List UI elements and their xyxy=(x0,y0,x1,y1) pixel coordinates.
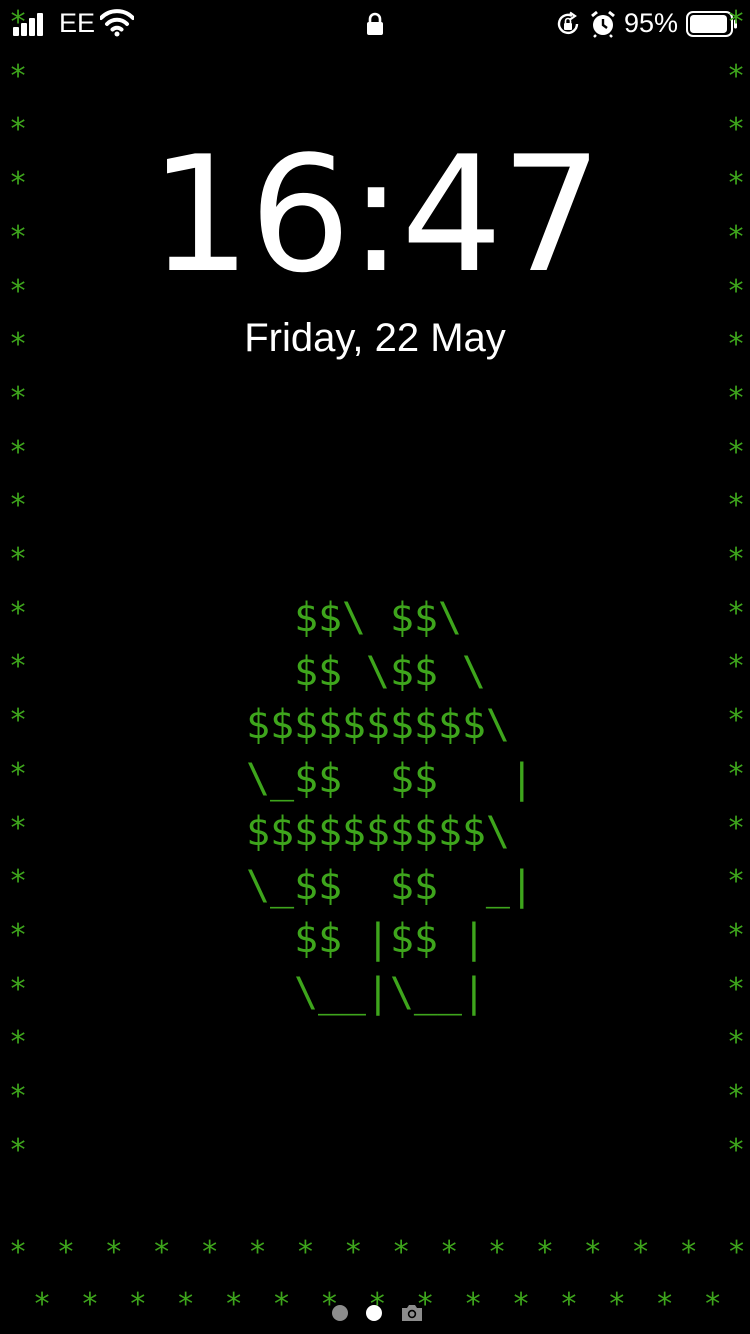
border-asterisk: * xyxy=(8,1132,28,1168)
border-asterisk: * xyxy=(8,756,28,792)
border-asterisk: * xyxy=(248,1235,267,1270)
border-asterisk: * xyxy=(726,273,746,309)
border-asterisk: * xyxy=(535,1235,554,1270)
ascii-art-line: $$ |$$ | xyxy=(246,916,486,962)
border-asterisk: * xyxy=(726,5,746,40)
border-asterisk: * xyxy=(726,971,746,1007)
border-asterisk: * xyxy=(726,166,746,202)
border-asterisk: * xyxy=(726,112,746,148)
border-asterisk: * xyxy=(8,1025,28,1061)
border-asterisk: * xyxy=(726,380,746,416)
border-asterisk: * xyxy=(152,1235,171,1270)
border-asterisk: * xyxy=(200,1235,219,1270)
lock-icon xyxy=(367,12,383,35)
border-asterisk: * xyxy=(8,273,28,309)
ascii-art-line: $$ \$$ \ xyxy=(246,648,486,695)
border-asterisk: * xyxy=(726,488,746,524)
wifi-icon xyxy=(100,9,134,37)
border-asterisk: * xyxy=(8,649,28,685)
border-asterisk: * xyxy=(726,1132,746,1168)
border-asterisk: * xyxy=(726,649,746,685)
border-asterisk: * xyxy=(726,434,746,470)
border-asterisk: * xyxy=(440,1235,459,1270)
border-asterisk: * xyxy=(726,1079,746,1114)
border-asterisk: * xyxy=(8,166,28,202)
border-asterisk: * xyxy=(726,756,746,792)
border-asterisk: * xyxy=(8,327,28,363)
border-asterisk: * xyxy=(224,1287,243,1322)
ascii-art-line: $$$$$$$$$$\ xyxy=(246,702,510,748)
border-asterisk: * xyxy=(32,1287,52,1322)
border-asterisk: * xyxy=(56,1235,75,1270)
border-asterisk: * xyxy=(487,1235,507,1270)
border-asterisk: * xyxy=(726,595,746,631)
border-asterisk: * xyxy=(8,434,28,470)
camera-icon[interactable] xyxy=(400,1303,424,1323)
border-asterisk: * xyxy=(8,219,28,255)
ascii-art-line: \_$$ $$ _| xyxy=(246,862,534,909)
lock-screen-date: Friday, 22 May xyxy=(244,316,506,360)
border-asterisk: * xyxy=(726,703,746,739)
border-asterisk: * xyxy=(8,58,28,94)
border-asterisk: * xyxy=(80,1287,99,1322)
border-asterisk: * xyxy=(511,1287,531,1322)
ascii-art-line: \__|\__| xyxy=(246,969,486,1016)
border-asterisk: * xyxy=(726,219,746,255)
ascii-art-dollar-logo: $$\ $$\ $$ \$$ \ $$$$$$$$$$\ \_$$ $$ | $$$$… xyxy=(246,592,534,1020)
lock-screen-time: 16:47 xyxy=(149,121,602,308)
border-asterisk: * xyxy=(8,595,28,631)
border-asterisk: * xyxy=(104,1235,123,1270)
ascii-art-line: $$\ $$\ xyxy=(246,595,462,641)
border-asterisk: * xyxy=(8,810,28,846)
page-dot[interactable] xyxy=(332,1305,348,1321)
border-asterisk: * xyxy=(727,1235,746,1270)
border-asterisk: * xyxy=(8,488,28,524)
battery-percent: 95% xyxy=(624,8,679,38)
border-asterisk: * xyxy=(8,917,28,953)
page-indicator[interactable] xyxy=(332,1303,427,1325)
border-asterisk: * xyxy=(726,1025,746,1061)
border-asterisk: * xyxy=(607,1287,626,1322)
border-asterisk: * xyxy=(128,1287,147,1322)
border-asterisk: * xyxy=(655,1287,674,1322)
border-asterisk: * xyxy=(176,1287,195,1322)
border-asterisk: * xyxy=(344,1235,363,1270)
border-asterisk: * xyxy=(8,864,28,900)
border-asterisk: * xyxy=(8,1235,28,1270)
border-asterisk: * xyxy=(703,1287,722,1322)
border-asterisk: * xyxy=(726,542,746,577)
border-asterisk: * xyxy=(8,542,28,577)
border-asterisk: * xyxy=(8,112,28,148)
border-asterisk: * xyxy=(679,1235,698,1270)
border-asterisk: * xyxy=(583,1235,602,1270)
border-asterisk: * xyxy=(464,1287,483,1322)
border-asterisk: * xyxy=(8,971,28,1007)
ascii-art-line: \_$$ $$ | xyxy=(246,755,534,802)
alarm-icon xyxy=(591,10,615,38)
status-bar: EE 95% xyxy=(0,0,750,48)
border-asterisk: * xyxy=(726,58,746,94)
border-asterisk: * xyxy=(296,1235,315,1270)
border-asterisk: * xyxy=(8,380,28,416)
carrier-name: EE xyxy=(59,8,96,38)
border-asterisk: * xyxy=(392,1235,411,1270)
border-asterisk: * xyxy=(8,5,28,40)
border-asterisk: * xyxy=(272,1287,291,1322)
ascii-art-line: $$$$$$$$$$\ xyxy=(246,809,510,855)
border-asterisk: * xyxy=(8,1079,28,1114)
border-asterisk: * xyxy=(559,1287,578,1322)
page-dot-current[interactable] xyxy=(366,1305,382,1321)
border-asterisk: * xyxy=(8,703,28,739)
orientation-lock-icon xyxy=(557,11,579,35)
border-asterisk: * xyxy=(726,810,746,846)
border-asterisk: * xyxy=(631,1235,650,1270)
border-asterisk: * xyxy=(726,917,746,953)
border-asterisk: * xyxy=(726,864,746,900)
border-asterisk: * xyxy=(726,327,746,363)
